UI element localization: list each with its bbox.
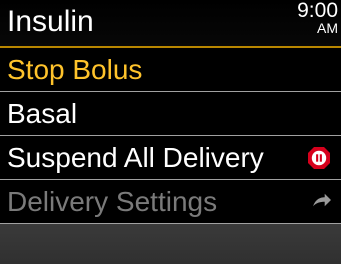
menu-item-label: Suspend All Delivery bbox=[7, 142, 264, 173]
menu-item-label: Stop Bolus bbox=[7, 54, 143, 85]
insulin-menu-screen: Insulin 9:00 AM Stop Bolus Basal Suspend… bbox=[0, 0, 341, 264]
bottom-bar bbox=[0, 224, 341, 264]
menu-item-basal[interactable]: Basal bbox=[0, 92, 341, 136]
suspend-stop-icon bbox=[308, 147, 330, 169]
screen-title: Insulin bbox=[7, 5, 94, 38]
clock-time: 9:00 bbox=[297, 0, 338, 22]
forward-arrow-icon bbox=[313, 193, 331, 207]
screen-header: Insulin 9:00 AM bbox=[0, 0, 341, 48]
menu-item-label: Delivery Settings bbox=[7, 186, 218, 217]
menu-item-stop-bolus[interactable]: Stop Bolus bbox=[0, 48, 341, 92]
menu-item-delivery-settings[interactable]: Delivery Settings bbox=[0, 180, 341, 224]
menu-item-label: Basal bbox=[7, 98, 78, 129]
menu-item-suspend-all-delivery[interactable]: Suspend All Delivery bbox=[0, 136, 341, 180]
clock: 9:00 AM bbox=[294, 0, 338, 36]
clock-ampm: AM bbox=[317, 20, 338, 36]
